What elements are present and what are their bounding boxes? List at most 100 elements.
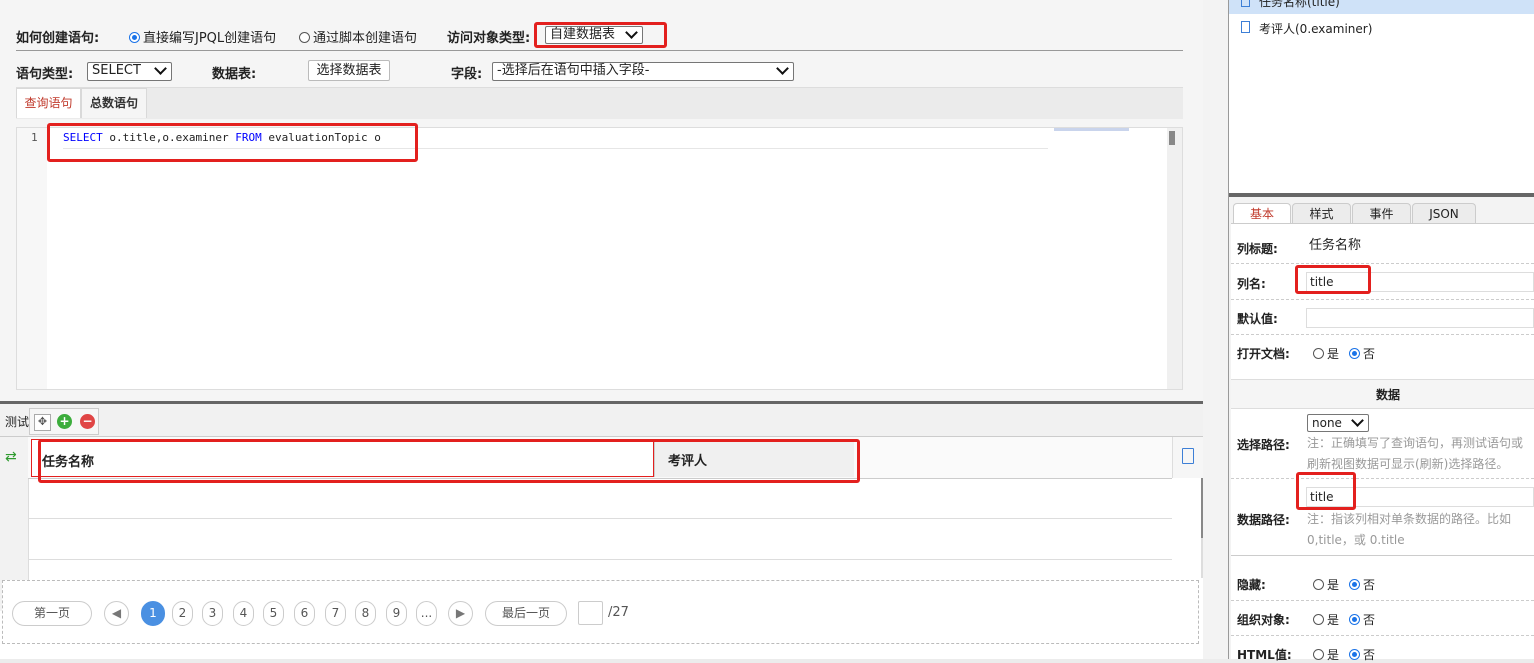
radio-label: 否 [1363,648,1376,662]
radio-indicator[interactable] [1313,579,1324,590]
sql-keyword: FROM [235,131,262,144]
radio-indicator[interactable] [1349,579,1360,590]
page-button[interactable]: 5 [263,601,284,626]
tab-basic[interactable]: 基本 [1233,203,1291,223]
page-button[interactable]: 9 [386,601,407,626]
test-toolbar [0,404,1203,437]
remove-row-icon[interactable]: − [80,414,95,429]
radio-indicator[interactable] [1349,649,1360,660]
page-button[interactable]: 2 [172,601,193,626]
editor-scrollbar[interactable] [1167,128,1182,389]
radio-indicator[interactable] [1313,348,1324,359]
divider [1231,334,1534,335]
select-path-select[interactable]: none [1307,414,1369,432]
divider [1231,263,1534,264]
column-header-examiner-label: 考评人 [668,454,708,469]
data-path-note: 注：指该列相对单条数据的路径。比如 0,title，或 0.title [1307,512,1512,547]
prev-page-button[interactable]: ◀ [104,601,129,626]
page-button[interactable]: ... [416,601,437,626]
org-yes[interactable]: 是 [1313,611,1339,628]
field-select[interactable]: -选择后在语句中插入字段- [492,62,794,81]
hidden-no[interactable]: 否 [1349,576,1375,593]
default-input[interactable] [1306,308,1534,328]
tab-event[interactable]: 事件 [1352,203,1411,223]
next-arrow-icon: ▶ [455,606,466,620]
page-button[interactable]: 4 [233,601,254,626]
line-gutter [17,128,47,389]
radio-indicator[interactable] [1313,649,1324,660]
col-title-input[interactable]: 任务名称 [1306,237,1534,257]
next-page-button[interactable]: ▶ [448,601,473,626]
divider [1231,299,1534,300]
default-label: 默认值: [1237,312,1278,326]
org-no[interactable]: 否 [1349,611,1375,628]
stmt-type-select[interactable]: SELECT [87,62,172,81]
prev-arrow-icon: ◀ [111,606,122,620]
page-button[interactable]: 7 [325,601,346,626]
access-type-select[interactable]: 自建数据表 [545,26,643,44]
total-pages: /27 [608,605,629,620]
move-icon[interactable]: ✥ [34,414,51,431]
radio-indicator[interactable] [1349,614,1360,625]
refresh-icon[interactable]: ⇄ [5,449,17,465]
col-name-input[interactable]: title [1306,272,1534,292]
add-column-icon[interactable] [1182,448,1194,464]
first-page-button[interactable]: 第一页 [12,601,92,626]
column-header-task[interactable]: 任务名称 [31,439,654,477]
page-button[interactable]: 8 [355,601,376,626]
how-create-label: 如何创建语句: [16,31,100,46]
html-no[interactable]: 否 [1349,646,1375,663]
page-input[interactable] [578,601,603,625]
column-tree: 任务名称(title) 考评人(0.examiner) [1229,0,1534,193]
radio-label: 是 [1327,613,1340,627]
radio-script[interactable]: 通过脚本创建语句 [299,27,417,46]
radio-label: 否 [1363,347,1376,361]
data-path-input[interactable]: title [1306,487,1534,507]
open-doc-yes[interactable]: 是 [1313,345,1339,362]
hidden-yes[interactable]: 是 [1313,576,1339,593]
table-label: 数据表: [212,67,257,82]
radio-indicator[interactable] [1313,614,1324,625]
tab-style[interactable]: 样式 [1292,203,1351,223]
col-name-label: 列名: [1237,277,1266,291]
page-button[interactable]: 3 [202,601,223,626]
chevron-down-icon [625,26,638,39]
data-section-title: 数据 [1376,388,1401,402]
add-row-icon[interactable]: + [57,414,72,429]
tab-query[interactable]: 查询语句 [16,88,81,118]
page-button[interactable]: 6 [294,601,315,626]
open-doc-no[interactable]: 否 [1349,345,1375,362]
radio-label: 是 [1327,347,1340,361]
radio-jpql[interactable]: 直接编写JPQL创建语句 [129,27,276,46]
org-label: 组织对象: [1237,613,1290,627]
code-line[interactable]: SELECT o.title,o.examiner FROM evaluatio… [63,131,381,144]
column-header-task-label: 任务名称 [42,455,95,470]
last-page-button[interactable]: 最后一页 [485,601,567,626]
test-title: 测试 [5,415,30,429]
radio-indicator[interactable] [1349,348,1360,359]
column-icon [1241,21,1250,33]
line-number: 1 [31,131,38,144]
field-label: 字段: [451,67,483,82]
column-tree-item-selected[interactable]: 任务名称(title) [1229,0,1534,14]
radio-jpql-indicator[interactable] [129,32,140,43]
row-tools: ✥ + − [29,408,99,435]
radio-script-label: 通过脚本创建语句 [313,31,418,46]
html-label: HTML值: [1237,648,1292,662]
select-path-note: 注：正确填写了查询语句，再测试语句或刷新视图数据可显示(刷新)选择路径。 [1307,436,1524,471]
row-divider [28,559,1172,560]
tab-count[interactable]: 总数语句 [81,88,147,118]
radio-script-indicator[interactable] [299,32,310,43]
page-button-current[interactable]: 1 [141,601,165,626]
column-header-examiner[interactable]: 考评人 [654,439,854,477]
divider [1231,600,1534,601]
code-editor[interactable]: 1 SELECT o.title,o.examiner FROM evaluat… [16,127,1183,390]
access-type-label: 访问对象类型: [447,31,531,46]
column-tree-item[interactable]: 考评人(0.examiner) [1229,17,1534,39]
html-yes[interactable]: 是 [1313,646,1339,663]
select-table-button[interactable]: 选择数据表 [308,60,390,81]
tab-json[interactable]: JSON [1412,203,1476,223]
access-type-value: 自建数据表 [550,27,616,42]
editor-scrollbar-thumb[interactable] [1169,131,1175,145]
chevron-down-icon [154,62,167,75]
